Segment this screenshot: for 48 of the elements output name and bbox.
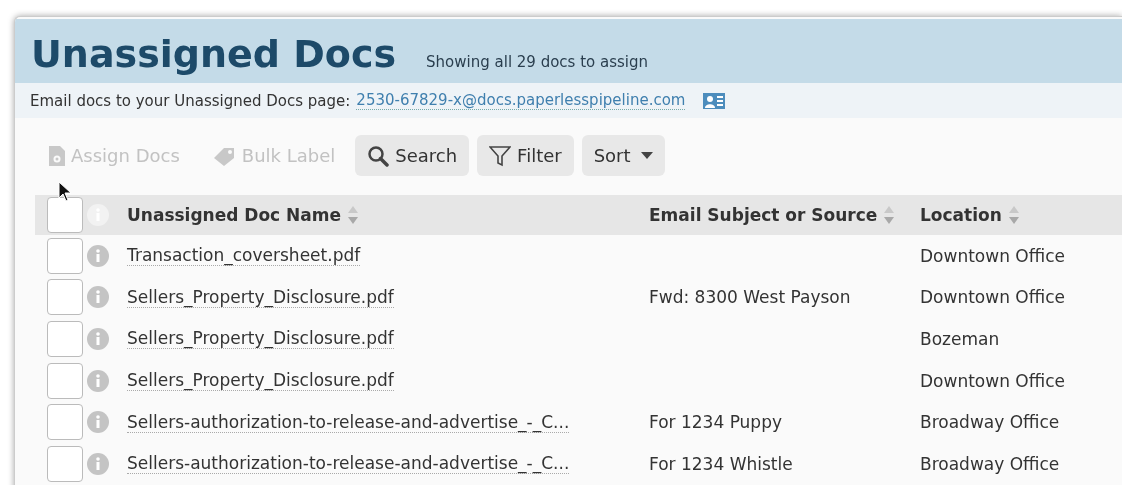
- info-icon[interactable]: [87, 328, 109, 350]
- doc-name-link[interactable]: Transaction_coversheet.pdf: [127, 245, 361, 267]
- page-title: Unassigned Docs: [31, 35, 397, 73]
- info-icon[interactable]: [87, 204, 109, 226]
- location-cell-text: Bozeman: [920, 329, 1001, 349]
- location-cell-text: Downtown Office: [920, 370, 1066, 391]
- info-icon[interactable]: [87, 411, 109, 434]
- select-all-checkbox[interactable]: [47, 197, 83, 233]
- contact-card-icon[interactable]: [703, 92, 726, 109]
- doc-name-link[interactable]: Sellers-authorization-to-release-and-advertise_-_C...: [127, 411, 570, 433]
- sort-icon[interactable]: [347, 205, 360, 225]
- email-label: Email docs to your Unassigned Docs page:: [30, 91, 351, 110]
- info-icon[interactable]: [87, 452, 109, 475]
- mouse-cursor-icon: [58, 181, 72, 203]
- email-subject-cell-text: Fwd: 8300 West Payson: [649, 287, 852, 308]
- sort-icon[interactable]: [883, 205, 896, 225]
- email-address-link[interactable]: 2530-67829-x@docs.paperlesspipeline.com: [356, 91, 686, 110]
- location-cell-text: Downtown Office: [920, 287, 1066, 308]
- search-button[interactable]: Search: [355, 135, 470, 176]
- column-header[interactable]: Location: [920, 205, 1002, 225]
- doc-name-link[interactable]: Sellers_Property_Disclosure.pdf: [127, 370, 394, 392]
- caret-icon: [640, 151, 653, 160]
- doc-count-text: Showing all 29 docs to assign: [426, 53, 649, 73]
- email-subject-cell-text: For 1234 Whistle: [649, 453, 794, 474]
- sort-dropdown[interactable]: Sort: [581, 135, 665, 176]
- location-cell-text: Broadway Office: [920, 412, 1061, 433]
- info-icon[interactable]: [87, 244, 109, 267]
- email-subject-cell-text: For 1234 Puppy: [649, 412, 783, 433]
- location-cell-text: Broadway Office: [920, 453, 1061, 474]
- row-checkbox[interactable]: [47, 237, 83, 274]
- row-checkbox[interactable]: [47, 279, 83, 316]
- doc-name-link[interactable]: Sellers-authorization-to-release-and-advertise_-_C...: [127, 453, 570, 475]
- row-checkbox[interactable]: [47, 321, 83, 357]
- column-header[interactable]: Unassigned Doc Name: [127, 205, 342, 225]
- row-checkbox[interactable]: [47, 362, 83, 399]
- row-checkbox[interactable]: [47, 445, 83, 482]
- row-checkbox[interactable]: [47, 404, 83, 441]
- document-gear-icon: [49, 145, 65, 166]
- sort-icon[interactable]: [1007, 205, 1020, 225]
- filter-button[interactable]: Filter: [477, 135, 574, 176]
- search-icon: [367, 144, 390, 167]
- location-cell-text: Downtown Office: [920, 245, 1066, 266]
- column-header[interactable]: Email Subject or Source: [649, 205, 878, 225]
- doc-name-link[interactable]: Sellers_Property_Disclosure.pdf: [127, 286, 394, 308]
- info-icon[interactable]: [87, 286, 109, 309]
- doc-name-link[interactable]: Sellers_Property_Disclosure.pdf: [127, 328, 394, 350]
- info-icon[interactable]: [87, 369, 109, 392]
- filter-icon: [489, 144, 512, 167]
